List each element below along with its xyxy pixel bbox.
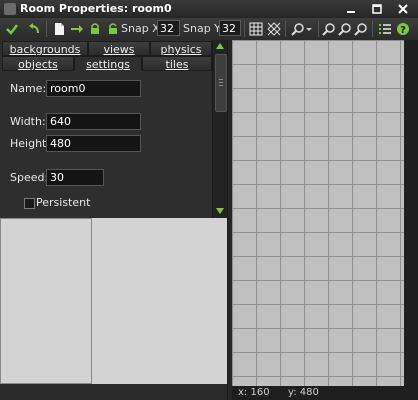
window-title: Room Properties: room0 [20, 2, 172, 15]
snap-y-label: Snap Y [183, 22, 221, 35]
tab-row-2: objects settings tiles [0, 56, 212, 72]
height-field[interactable]: 480 [46, 135, 141, 152]
scroll-up-icon[interactable] [216, 43, 224, 49]
new-icon[interactable] [51, 21, 67, 37]
scroll-grip [219, 79, 223, 80]
speed-label: Speed: [10, 171, 49, 184]
scroll-grip [219, 82, 223, 83]
object-preview [0, 218, 92, 384]
name-label: Name: [10, 82, 47, 95]
tab-tiles[interactable]: tiles [142, 56, 212, 71]
settings-scrollbar[interactable] [212, 40, 228, 218]
width-label: Width: [10, 115, 46, 128]
toolbar-separator [372, 21, 373, 37]
grid-icon[interactable] [248, 21, 264, 37]
preview-area [92, 218, 227, 384]
name-field[interactable]: room0 [46, 80, 141, 97]
room-properties-panel: backgrounds views physics objects settin… [0, 40, 227, 218]
app-icon [4, 3, 16, 15]
status-bar: x: 160 y: 480 [232, 386, 418, 400]
left-bottom-bar [0, 384, 227, 400]
persistent-checkbox[interactable] [24, 198, 35, 209]
width-field[interactable]: 640 [46, 113, 141, 130]
snap-x-input[interactable]: 32 [157, 20, 180, 36]
status-y: y: 480 [288, 387, 319, 398]
tab-row-1: backgrounds views physics [0, 41, 212, 57]
isometric-icon[interactable] [266, 21, 282, 37]
scroll-down-icon[interactable] [216, 208, 224, 214]
snap-y-input[interactable]: 32 [219, 20, 241, 36]
canvas-scrollbar[interactable] [404, 40, 418, 386]
room-canvas[interactable] [232, 40, 404, 386]
title-bar: Room Properties: room0 [0, 0, 418, 19]
zoom-reset-icon[interactable] [353, 21, 369, 37]
toolbar-separator [46, 21, 47, 37]
zoom-out-icon[interactable] [337, 21, 353, 37]
maximize-icon[interactable] [368, 2, 386, 16]
svg-text:?: ? [400, 25, 406, 36]
tab-views[interactable]: views [88, 41, 150, 56]
persistent-label: Persistent [36, 196, 91, 209]
tab-settings[interactable]: settings [74, 56, 142, 71]
undo-icon[interactable] [26, 21, 42, 37]
lock-icon[interactable] [87, 21, 103, 37]
snap-x-label: Snap X [121, 22, 160, 35]
tab-physics[interactable]: physics [150, 41, 212, 56]
toolbar-separator [318, 21, 319, 37]
shift-icon[interactable] [69, 21, 85, 37]
scroll-thumb[interactable] [215, 54, 227, 112]
help-icon[interactable]: ? [395, 21, 411, 37]
toolbar: Snap X 32 Snap Y 32 ? [0, 18, 418, 41]
status-x: x: 160 [238, 387, 270, 398]
minimize-icon[interactable] [342, 2, 360, 16]
height-label: Height: [10, 137, 51, 150]
tab-objects[interactable]: objects [2, 56, 74, 71]
close-icon[interactable] [394, 2, 412, 16]
tab-backgrounds[interactable]: backgrounds [2, 41, 88, 56]
list-icon[interactable] [377, 21, 393, 37]
chevron-down-icon[interactable] [304, 21, 314, 37]
speed-field[interactable]: 30 [46, 169, 104, 186]
zoom-in-icon[interactable] [321, 21, 337, 37]
toolbar-separator [285, 21, 286, 37]
scroll-grip [219, 85, 223, 86]
toolbar-separator [244, 21, 245, 37]
unlock-icon[interactable] [105, 21, 121, 37]
confirm-icon[interactable] [4, 21, 20, 37]
